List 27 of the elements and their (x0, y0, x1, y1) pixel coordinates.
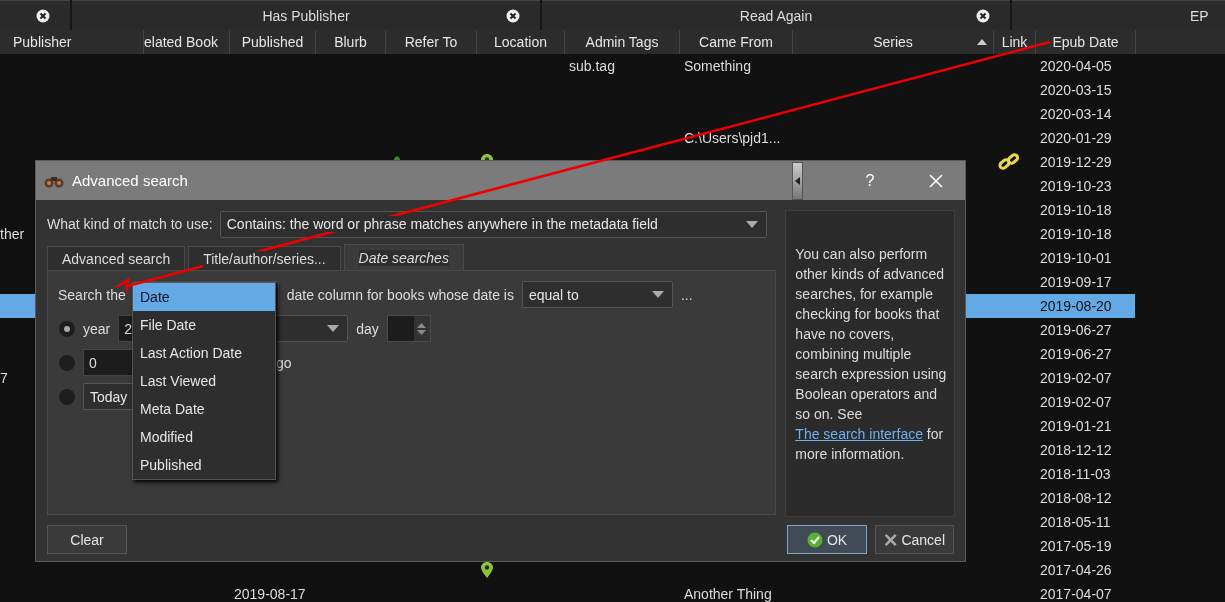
table-cell: 2019-12-29 (1040, 154, 1112, 170)
table-cell: 2017-04-07 (1040, 586, 1112, 602)
search-label: Search the (58, 286, 126, 303)
table-cell: 2019-10-18 (1040, 202, 1112, 218)
table-cell: Something (684, 58, 751, 74)
table-cell: 2019-08-20 (1040, 298, 1112, 314)
year-label: year (83, 320, 111, 337)
table-cell: 2020-01-29 (1040, 130, 1112, 146)
table-cell: Another Thing (684, 586, 772, 602)
window-title: Advanced search (72, 172, 188, 189)
table-cell: 2017-04-26 (1040, 562, 1112, 578)
more-label: ... (680, 286, 693, 303)
help-text: You can also perform other kinds of advanced searches, for example checking for books that have no covers, combining multiple search expression using Boolean operators and so on. See The search interface for more information. (785, 210, 955, 517)
table-cell: ther (0, 226, 25, 242)
table-cell: 2018-05-11 (1040, 514, 1111, 530)
table-cell: 2019-08-17 (234, 586, 306, 602)
table-cell: 2020-03-15 (1040, 82, 1112, 98)
table-cell: 2019-10-18 (1040, 226, 1112, 242)
ago-label: go (276, 354, 292, 371)
table-cell: 2020-03-14 (1040, 106, 1112, 122)
day-label: day (356, 320, 379, 337)
table-cell: sub.tag (569, 58, 615, 74)
table-cell: 2018-08-12 (1040, 490, 1112, 506)
table-cell: C:\Users\pjd1... (684, 130, 781, 146)
table-cell: 2020-04-05 (1040, 58, 1112, 74)
date-column-label: date column for books whose date is (286, 286, 514, 303)
match-label: What kind of match to use: (47, 216, 213, 232)
